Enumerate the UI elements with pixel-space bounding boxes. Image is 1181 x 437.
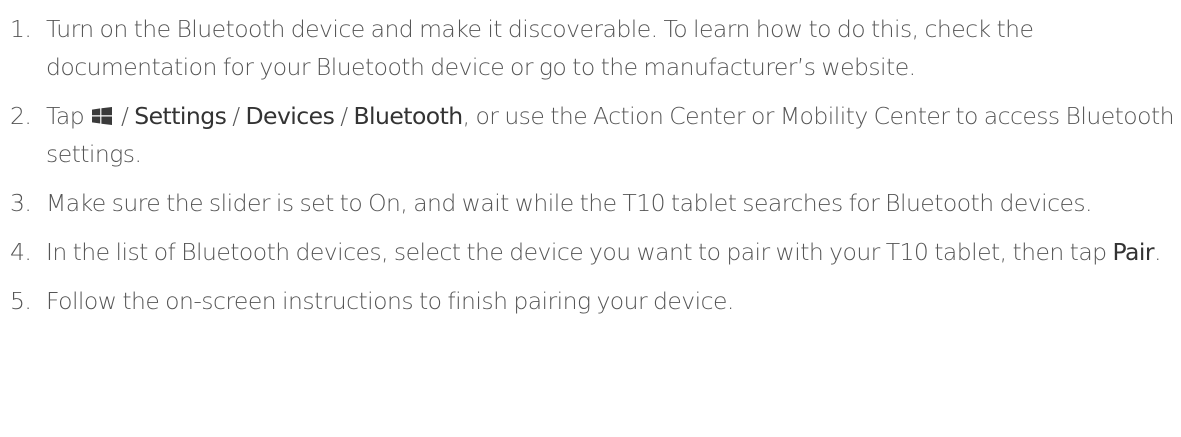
step-4: 4. In the list of Bluetooth devices, sel… — [0, 233, 1181, 271]
step-text: Make sure the slider is set to On, and w… — [46, 189, 1093, 217]
step-text: Follow the on-screen instructions to fin… — [46, 287, 734, 315]
step-number: 4. — [10, 238, 32, 266]
step-3: 3. Make sure the slider is set to On, an… — [0, 184, 1181, 222]
path-separator: / — [120, 102, 129, 130]
step-number: 1. — [10, 15, 32, 43]
settings-menu-label: Settings — [134, 102, 227, 130]
step-number: 2. — [10, 102, 32, 130]
document-body: 1. Turn on the Bluetooth device and make… — [0, 0, 1181, 437]
step-number: 5. — [10, 287, 32, 315]
step-text: In the list of Bluetooth devices, select… — [46, 238, 1107, 266]
path-separator: / — [340, 102, 348, 130]
step-text-prefix: Tap — [46, 102, 85, 130]
pair-button-label: Pair — [1112, 238, 1154, 266]
path-separator: / — [232, 102, 240, 130]
bluetooth-pairing-steps: 1. Turn on the Bluetooth device and make… — [0, 10, 1181, 320]
step-5: 5. Follow the on-screen instructions to … — [0, 282, 1181, 320]
step-text-end: . — [1154, 238, 1161, 266]
windows-icon — [92, 107, 113, 125]
step-1: 1. Turn on the Bluetooth device and make… — [0, 10, 1181, 86]
devices-menu-label: Devices — [245, 102, 335, 130]
step-text: Turn on the Bluetooth device and make it… — [46, 15, 1034, 81]
bluetooth-menu-label: Bluetooth — [353, 102, 463, 130]
step-2: 2. Tap / Settings / Devices / Bluetooth,… — [0, 97, 1181, 173]
step-number: 3. — [10, 189, 32, 217]
